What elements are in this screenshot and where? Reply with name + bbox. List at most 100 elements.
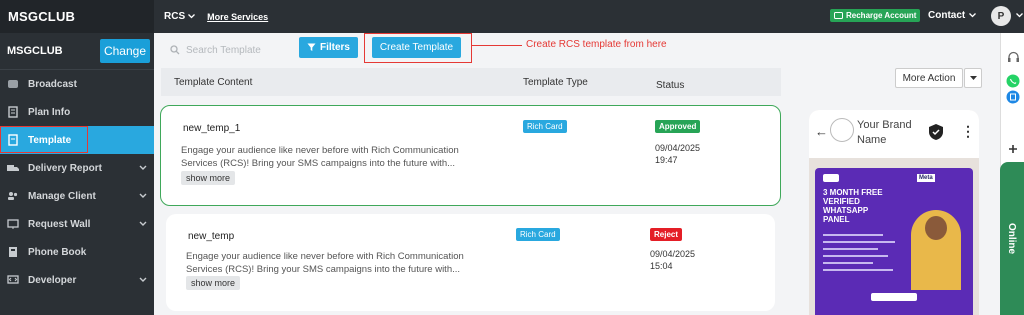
contact-label: Contact: [928, 10, 966, 21]
sidebar-item-template[interactable]: Template: [0, 126, 154, 154]
phone-book-icon: [6, 246, 20, 258]
status-date: 09/04/2025 15:04: [650, 248, 695, 272]
description-line: Engage your audience like never before w…: [186, 251, 464, 262]
delivery-report-icon: [6, 162, 20, 174]
org-row: MSGCLUB Change: [0, 33, 154, 70]
sidebar-item-phone-book[interactable]: Phone Book: [0, 238, 154, 266]
chevron-down-icon: [139, 163, 147, 174]
sms-icon[interactable]: [1005, 89, 1021, 105]
preview-brand-name: Your Brand Name: [857, 119, 912, 146]
header-template-content: Template Content: [174, 77, 253, 88]
verified-shield-icon: [929, 124, 943, 140]
status-date: 09/04/2025 19:47: [655, 142, 700, 166]
contact-menu[interactable]: Contact: [928, 10, 977, 21]
chevron-down-icon: [188, 14, 196, 19]
sidebar-item-broadcast[interactable]: Broadcast: [0, 70, 154, 98]
promo-title-line: WHATSAPP: [823, 206, 869, 215]
sidebar-item-manage-client[interactable]: Manage Client: [0, 182, 154, 210]
rcs-preview-phone: ← Your Brand Name ⋮ Meta 3 MONTH FREE VE…: [809, 110, 979, 315]
plus-icon[interactable]: [1005, 141, 1021, 157]
date-text: 09/04/2025: [655, 143, 701, 153]
search-placeholder: Search Template: [186, 44, 261, 56]
back-arrow-icon: ←: [815, 124, 828, 139]
show-more-button[interactable]: show more: [186, 276, 241, 290]
promo-text-line: [823, 241, 895, 243]
promo-person-face: [925, 216, 947, 240]
sidebar-item-label: Manage Client: [28, 190, 96, 202]
promo-text-line: [823, 248, 878, 250]
top-bar: RCS More Services Recharge Account Conta…: [154, 0, 1024, 33]
chevron-down-icon: [139, 219, 147, 230]
header-template-type: Template Type: [523, 77, 588, 88]
whatsapp-icon[interactable]: [1005, 73, 1021, 89]
sidebar-item-label: Plan Info: [28, 106, 71, 118]
filters-label: Filters: [319, 42, 350, 53]
avatar[interactable]: P: [991, 6, 1011, 26]
online-status-tab[interactable]: Online: [1000, 162, 1024, 315]
template-name: new_temp: [188, 231, 235, 242]
wallet-icon: [834, 12, 843, 19]
sidebar-item-plan-info[interactable]: Plan Info: [0, 98, 154, 126]
brand-avatar-icon: [830, 118, 854, 142]
template-description: Engage your audience like never before w…: [181, 144, 496, 170]
template-name: new_temp_1: [183, 123, 241, 134]
headset-icon[interactable]: [1005, 49, 1021, 65]
more-action-button[interactable]: More Action: [895, 68, 963, 88]
sidebar-item-label: Broadcast: [28, 78, 77, 90]
table-header: Template Content Template Type Status: [161, 68, 781, 96]
promo-text-line: [823, 255, 888, 257]
caret-down-icon: [969, 76, 977, 80]
date-text: 09/04/2025: [650, 249, 696, 259]
rich-card-image: Meta 3 MONTH FREE VERIFIED WHATSAPP PANE…: [815, 168, 973, 315]
description-line: Services (RCS)! Bring your SMS campaigns…: [181, 158, 456, 169]
phone-header: ← Your Brand Name ⋮: [809, 110, 979, 158]
sidebar-item-developer[interactable]: Developer: [0, 266, 154, 294]
kebab-menu-icon: ⋮: [961, 123, 975, 139]
chevron-down-icon: [139, 275, 147, 286]
status-badge: Reject: [650, 228, 683, 241]
template-type-badge: Rich Card: [523, 120, 567, 133]
search-input[interactable]: Search Template: [170, 40, 290, 60]
sidebar-item-request-wall[interactable]: Request Wall: [0, 210, 154, 238]
description-line: Services (RCS)! Bring your SMS campaigns…: [186, 264, 461, 275]
template-card[interactable]: new_temp_1 Engage your audience like nev…: [160, 105, 781, 206]
create-template-button[interactable]: Create Template: [372, 37, 461, 58]
promo-title-line: 3 MONTH FREE: [823, 188, 883, 197]
recharge-account-button[interactable]: Recharge Account: [830, 9, 921, 22]
request-wall-icon: [6, 218, 20, 230]
template-highlight-box: [0, 126, 88, 153]
sidebar-item-label: Request Wall: [28, 218, 91, 230]
org-name: MSGCLUB: [7, 45, 63, 57]
chevron-down-icon[interactable]: [1016, 13, 1023, 18]
status-badge: Approved: [655, 120, 701, 133]
sidebar-item-label: Delivery Report: [28, 162, 102, 174]
promo-text-line: [823, 269, 893, 271]
product-switcher[interactable]: RCS: [164, 11, 196, 22]
change-org-button[interactable]: Change: [99, 39, 150, 63]
promo-title: 3 MONTH FREE VERIFIED WHATSAPP PANEL: [823, 188, 918, 224]
show-more-button[interactable]: show more: [181, 171, 236, 185]
more-action-dropdown-toggle[interactable]: [964, 68, 982, 88]
sidebar-item-label: Developer: [28, 274, 77, 286]
promo-title-line: VERIFIED: [823, 197, 860, 206]
product-label: RCS: [164, 11, 186, 22]
sidebar-nav: Broadcast Plan Info Template Delivery Re…: [0, 70, 154, 294]
annotation-text: Create RCS template from here: [526, 39, 667, 50]
header-status: Status: [656, 80, 685, 91]
app-logo[interactable]: MSGCLUB: [0, 0, 154, 33]
chevron-down-icon: [139, 191, 147, 202]
broadcast-icon: [6, 78, 20, 90]
filters-button[interactable]: Filters: [299, 37, 358, 58]
users-icon: [6, 190, 20, 202]
sidebar-item-delivery-report[interactable]: Delivery Report: [0, 154, 154, 182]
recharge-label: Recharge Account: [846, 11, 917, 20]
more-services-link[interactable]: More Services: [207, 12, 268, 22]
template-card[interactable]: new_temp Engage your audience like never…: [166, 214, 775, 311]
meta-badge: Meta: [917, 174, 935, 182]
description-line: Engage your audience like never before w…: [181, 145, 459, 156]
annotation-line: [472, 45, 522, 46]
promo-text-line: [823, 262, 873, 264]
promo-cta: [871, 293, 917, 301]
template-type-badge: Rich Card: [516, 228, 560, 241]
sidebar-item-label: Phone Book: [28, 246, 87, 258]
